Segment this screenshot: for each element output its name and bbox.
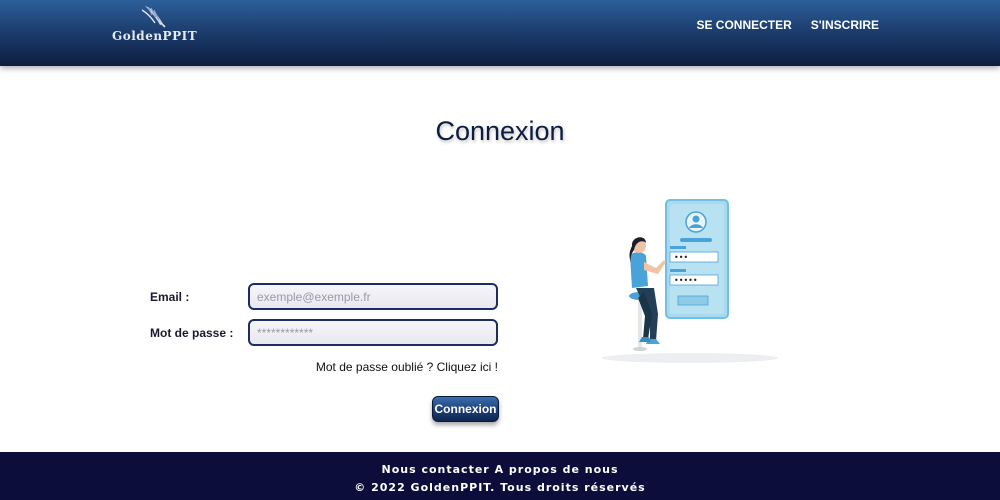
- password-input-label: [670, 269, 686, 272]
- login-submit-button[interactable]: Connexion: [432, 396, 499, 422]
- nav-signup-link[interactable]: S'INSCRIRE: [811, 18, 879, 32]
- email-label: Email :: [150, 290, 190, 304]
- password-label: Mot de passe :: [150, 326, 234, 340]
- nav-login-link[interactable]: SE CONNECTER: [696, 18, 791, 32]
- main-nav: SE CONNECTER S'INSCRIRE: [696, 18, 879, 32]
- stool-base: [633, 347, 647, 351]
- site-header: GoldenPPIT SE CONNECTER S'INSCRIRE: [0, 0, 1000, 66]
- username-bar: [680, 238, 712, 242]
- forgot-password-link[interactable]: Mot de passe oublié ? Cliquez ici !: [248, 360, 498, 374]
- copyright-text: © 2022 GoldenPPIT. Tous droits réservés: [354, 481, 646, 494]
- illustration-shadow: [602, 353, 778, 363]
- footer-about-link[interactable]: A propos de nous: [495, 463, 619, 476]
- email-field[interactable]: [248, 283, 498, 310]
- password-dots-1: •••: [674, 253, 688, 262]
- site-footer: Nous contacter A propos de nous © 2022 G…: [0, 452, 1000, 500]
- logo-text: GoldenPPIT: [112, 29, 198, 43]
- login-input-label: [670, 246, 686, 249]
- person-arm: [644, 260, 666, 274]
- login-illustration-svg: ••• •••••: [602, 199, 778, 363]
- quill-feather-icon: [141, 6, 166, 28]
- footer-links: Nous contacter A propos de nous: [0, 463, 1000, 476]
- password-field[interactable]: [248, 319, 498, 346]
- logo[interactable]: GoldenPPIT: [112, 4, 198, 46]
- page-title: Connexion: [435, 116, 565, 146]
- illustration-login-button: [677, 295, 709, 306]
- footer-contact-link[interactable]: Nous contacter: [381, 463, 489, 476]
- password-dots-2: •••••: [674, 276, 698, 285]
- login-illustration: ••• •••••: [598, 196, 788, 366]
